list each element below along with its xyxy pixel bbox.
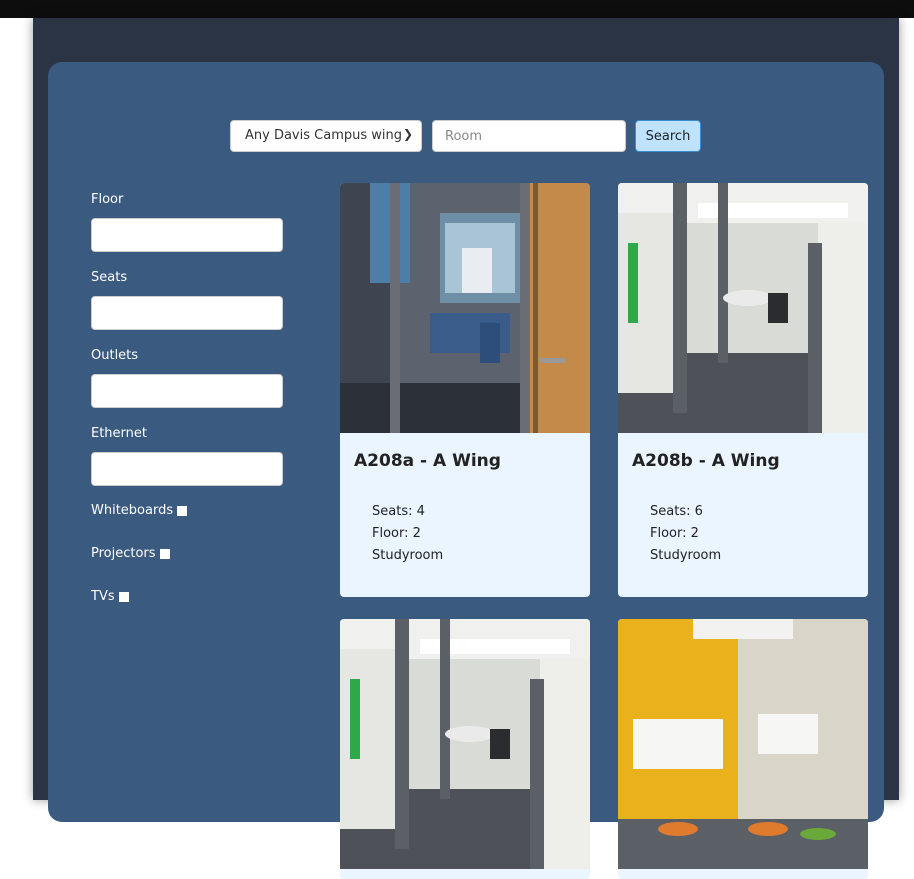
room-photo <box>340 183 590 433</box>
room-info: Seats: 4 Floor: 2 Studyroom <box>372 501 443 567</box>
room-title: A208a - A Wing <box>354 451 501 471</box>
room-search-input[interactable]: Room <box>432 120 626 152</box>
seats-label: Seats <box>91 270 128 285</box>
projectors-filter: Projectors <box>91 546 170 561</box>
room-card[interactable]: A208a - A Wing Seats: 4 Floor: 2 Studyro… <box>340 183 590 597</box>
room-card[interactable] <box>618 619 868 879</box>
ethernet-input[interactable] <box>91 452 283 486</box>
page-frame: Any Davis Campus wing ❯ Room Search Floo… <box>33 18 899 879</box>
top-bar <box>0 0 914 18</box>
room-seats: Seats: 4 <box>372 504 425 519</box>
room-title: A208b - A Wing <box>632 451 780 471</box>
floor-label: Floor <box>91 192 124 207</box>
whiteboards-label: Whiteboards <box>91 503 174 518</box>
room-type: Studyroom <box>372 548 444 563</box>
floor-input[interactable] <box>91 218 283 252</box>
tvs-checkbox[interactable] <box>118 591 129 602</box>
outlets-label: Outlets <box>91 348 139 363</box>
whiteboards-checkbox[interactable] <box>177 505 188 516</box>
search-button[interactable]: Search <box>635 120 701 152</box>
room-seats: Seats: 6 <box>650 504 703 519</box>
projectors-checkbox[interactable] <box>159 548 170 559</box>
room-photo <box>618 183 868 433</box>
tvs-filter: TVs <box>91 589 129 604</box>
room-card[interactable] <box>340 619 590 879</box>
wing-select[interactable]: Any Davis Campus wing ❯ <box>230 120 422 152</box>
seats-input[interactable] <box>91 296 283 330</box>
room-photo <box>618 619 868 869</box>
room-card[interactable]: A208b - A Wing Seats: 6 Floor: 2 Studyro… <box>618 183 868 597</box>
projectors-label: Projectors <box>91 546 156 561</box>
room-photo <box>340 619 590 869</box>
outlets-input[interactable] <box>91 374 283 408</box>
whiteboards-filter: Whiteboards <box>91 503 188 518</box>
main-panel: Any Davis Campus wing ❯ Room Search Floo… <box>48 62 884 879</box>
room-info: Seats: 6 Floor: 2 Studyroom <box>650 501 721 567</box>
chevron-down-icon: ❯ <box>402 127 413 141</box>
wing-select-value: Any Davis Campus wing <box>245 128 402 143</box>
room-floor: Floor: 2 <box>372 526 421 541</box>
room-floor: Floor: 2 <box>650 526 699 541</box>
room-placeholder: Room <box>445 129 483 144</box>
tvs-label: TVs <box>91 589 115 604</box>
ethernet-label: Ethernet <box>91 426 147 441</box>
room-type: Studyroom <box>650 548 722 563</box>
